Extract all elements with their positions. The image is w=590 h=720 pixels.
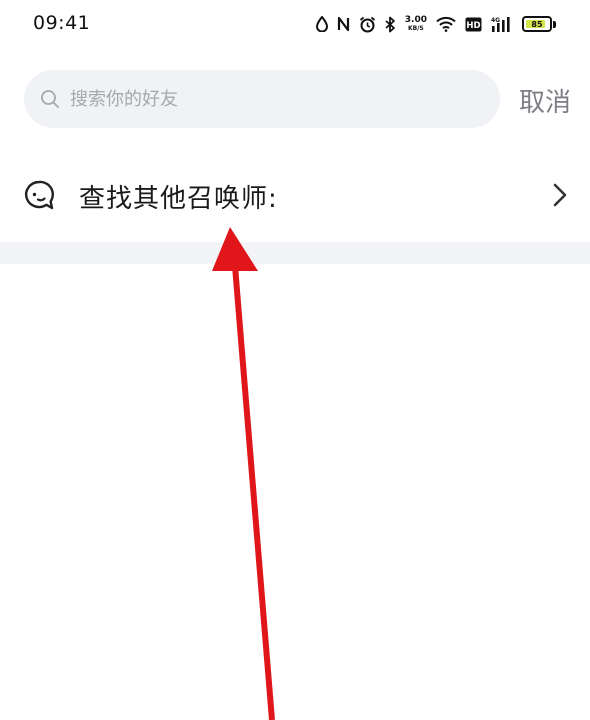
section-divider [0,242,590,264]
status-icons: 3.00 KB/S HD 4G 85 [315,11,556,37]
svg-text:HD: HD [466,21,480,31]
signal-4g-icon: 4G [491,16,513,33]
water-drop-icon [315,16,328,32]
search-box[interactable] [24,70,500,128]
chat-bubble-icon [22,178,56,216]
find-other-summoners-row[interactable]: 查找其他召唤师: [0,160,590,232]
alarm-icon [359,16,376,33]
nfc-icon [337,16,350,32]
search-icon [40,89,60,109]
wifi-icon [436,16,456,32]
bluetooth-icon [385,16,396,33]
find-other-summoners-label: 查找其他召唤师: [79,184,278,214]
friend-search-screen: 09:41 3.00 KB/S HD 4G 85 搜索你的好友 取消 查找其他召… [0,0,590,720]
battery-level: 85 [531,19,543,29]
search-input[interactable] [68,87,452,111]
arrow-shaft [232,265,275,720]
svg-text:4G: 4G [491,17,500,24]
network-speed: 3.00 KB/S [404,15,427,33]
cancel-button[interactable]: 取消 [519,82,571,119]
status-bar: 09:41 3.00 KB/S HD 4G 85 [0,0,590,52]
battery-icon: 85 [522,16,556,32]
chevron-right-icon [552,182,568,212]
hd-icon: HD [465,17,482,32]
network-speed-value: 3.00 [404,15,427,25]
status-time: 09:41 [33,12,91,34]
network-speed-unit: KB/S [408,25,424,32]
